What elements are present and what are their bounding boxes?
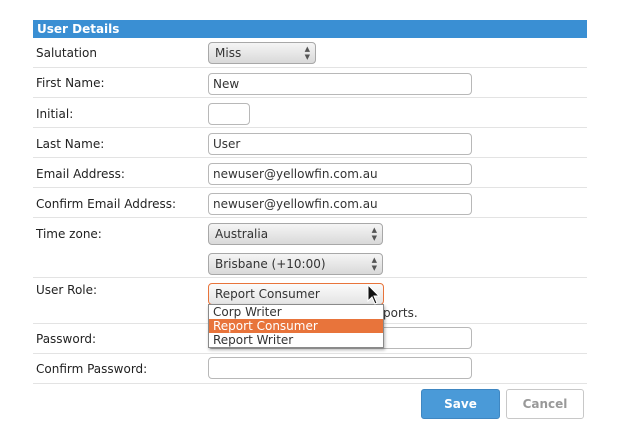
confirm-email-input[interactable]: newuser@yellowfin.com.au — [208, 193, 472, 215]
time-zone-region-select[interactable]: Australia ▲ ▼ — [208, 223, 383, 245]
user-role-label: User Role: — [36, 283, 98, 297]
row-initial: Initial: — [33, 98, 587, 128]
section-title: User Details — [37, 22, 120, 36]
initial-input[interactable] — [208, 103, 250, 125]
confirm-email-label: Confirm Email Address: — [36, 197, 177, 211]
user-role-option[interactable]: Report Writer — [209, 333, 383, 347]
row-confirm-email: Confirm Email Address: newuser@yellowfin… — [33, 188, 587, 218]
email-input[interactable]: newuser@yellowfin.com.au — [208, 163, 472, 185]
save-button[interactable]: Save — [421, 389, 500, 419]
user-role-option[interactable]: Corp Writer — [209, 305, 383, 319]
user-role-hint: ports. — [383, 306, 418, 320]
first-name-input[interactable]: New — [208, 73, 472, 95]
row-first-name: First Name: New — [33, 68, 587, 98]
confirm-password-label: Confirm Password: — [36, 362, 148, 376]
salutation-value: Miss — [215, 46, 242, 60]
row-email: Email Address: newuser@yellowfin.com.au — [33, 158, 587, 188]
row-salutation: Salutation Miss ▲ ▼ — [33, 38, 587, 68]
time-zone-city-value: Brisbane (+10:00) — [215, 257, 326, 271]
last-name-label: Last Name: — [36, 137, 105, 151]
select-arrows-icon: ▲ ▼ — [371, 226, 377, 242]
mouse-cursor-icon — [367, 284, 381, 305]
row-time-zone: Time zone: Australia ▲ ▼ Brisbane (+10:00… — [33, 218, 587, 278]
time-zone-region-value: Australia — [215, 227, 269, 241]
initial-label: Initial: — [36, 107, 74, 121]
user-role-option-selected[interactable]: Report Consumer — [209, 319, 383, 333]
email-label: Email Address: — [36, 167, 125, 181]
first-name-label: First Name: — [36, 76, 105, 90]
salutation-label: Salutation — [36, 46, 97, 60]
select-arrows-icon: ▲ ▼ — [371, 256, 377, 272]
time-zone-label: Time zone: — [36, 227, 102, 241]
salutation-select[interactable]: Miss ▲ ▼ — [208, 42, 316, 64]
section-header: User Details — [33, 20, 587, 38]
confirm-password-input[interactable] — [208, 357, 472, 379]
user-role-value: Report Consumer — [215, 287, 320, 301]
user-role-select[interactable]: Report Consumer — [208, 283, 384, 305]
time-zone-city-select[interactable]: Brisbane (+10:00) ▲ ▼ — [208, 253, 383, 275]
cancel-button[interactable]: Cancel — [506, 389, 584, 419]
select-arrows-icon: ▲ ▼ — [304, 45, 310, 61]
user-role-dropdown: Corp Writer Report Consumer Report Write… — [208, 304, 384, 348]
row-last-name: Last Name: User — [33, 128, 587, 158]
last-name-input[interactable]: User — [208, 133, 472, 155]
row-confirm-password: Confirm Password: — [33, 354, 587, 384]
password-label: Password: — [36, 332, 97, 346]
